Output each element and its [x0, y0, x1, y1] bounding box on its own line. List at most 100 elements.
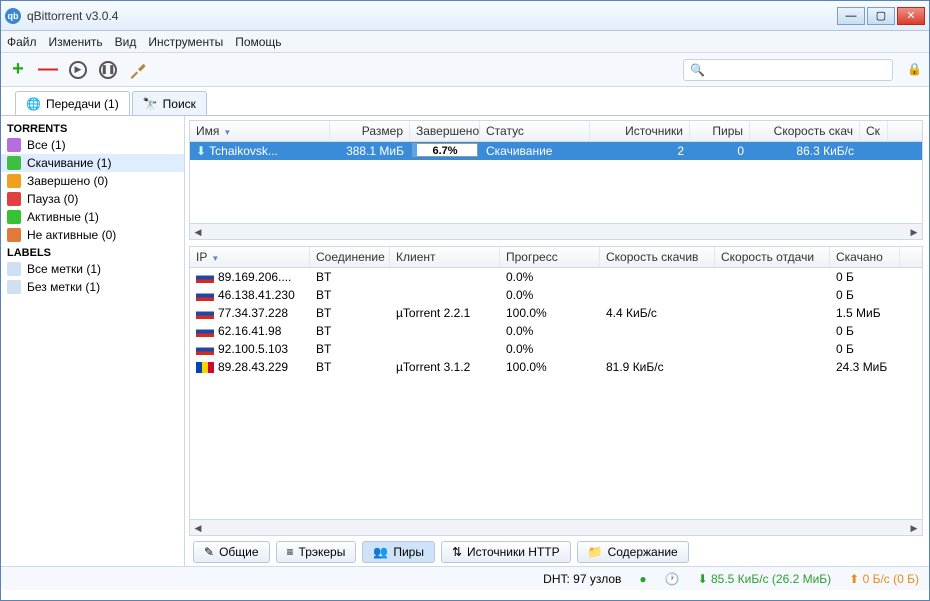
close-button[interactable]: ✕ — [897, 7, 925, 25]
sidebar-filter-item[interactable]: Скачивание (1) — [1, 154, 184, 172]
sidebar-label-item[interactable]: Без метки (1) — [1, 278, 184, 296]
th-status[interactable]: Статус — [480, 121, 590, 141]
resume-button[interactable]: ▶ — [67, 59, 89, 81]
th-dspeed[interactable]: Скорость скач — [750, 121, 860, 141]
sidebar-filter-item[interactable]: Не активные (0) — [1, 226, 184, 244]
menu-tools[interactable]: Инструменты — [148, 35, 223, 49]
tab-search[interactable]: 🔭 Поиск — [132, 91, 207, 115]
peer-row[interactable]: 77.34.37.228BTµTorrent 2.2.1100.0%4.4 Ки… — [190, 304, 922, 322]
tab-content[interactable]: 📁Содержание — [577, 541, 689, 563]
th-peer-dspeed[interactable]: Скорость скачив — [600, 247, 715, 267]
upload-speed-status: ⬆ 0 Б/с (0 Б) — [849, 572, 919, 586]
sidebar-header-labels: Labels — [1, 244, 184, 260]
sidebar-item-label: Скачивание (1) — [27, 156, 111, 170]
peer-row[interactable]: 46.138.41.230BT0.0%0 Б — [190, 286, 922, 304]
app-icon: qb — [5, 8, 21, 24]
sidebar-item-label: Все метки (1) — [27, 262, 101, 276]
th-client[interactable]: Клиент — [390, 247, 500, 267]
th-peer-uspeed[interactable]: Скорость отдачи — [715, 247, 830, 267]
tab-transfers[interactable]: 🌐 Передачи (1) — [15, 91, 130, 115]
filter-icon — [7, 228, 21, 242]
flag-icon — [196, 326, 214, 337]
menu-help[interactable]: Помощь — [235, 35, 281, 49]
flag-icon — [196, 362, 214, 373]
th-sk[interactable]: Ск — [860, 121, 888, 141]
sidebar-filter-item[interactable]: Пауза (0) — [1, 190, 184, 208]
folder-icon — [7, 262, 21, 276]
status-bar: DHT: 97 узлов ● 🕐 ⬇ 85.5 КиБ/с (26.2 МиБ… — [1, 566, 929, 590]
speed-icon: 🕐 — [665, 572, 680, 586]
tab-general[interactable]: ✎Общие — [193, 541, 270, 563]
binoculars-icon: 🔭 — [143, 97, 158, 111]
sidebar-item-label: Не активные (0) — [27, 228, 116, 242]
flag-icon — [196, 272, 214, 283]
filter-icon — [7, 138, 21, 152]
th-ip[interactable]: IP — [190, 247, 310, 267]
detail-tabstrip: ✎Общие ≡Трэкеры 👥Пиры ⇅Источники HTTP 📁С… — [185, 538, 929, 566]
pause-button[interactable]: ❚❚ — [97, 59, 119, 81]
sidebar-header-torrents: Torrents — [1, 120, 184, 136]
peer-row[interactable]: 92.100.5.103BT0.0%0 Б — [190, 340, 922, 358]
scroll-left-icon[interactable]: ◀ — [190, 224, 206, 240]
peer-hscrollbar[interactable]: ◀ ▶ — [190, 519, 922, 535]
window-titlebar: qb qBittorrent v3.0.4 — ▢ ✕ — [1, 1, 929, 31]
menu-file[interactable]: Файл — [7, 35, 37, 49]
tab-search-label: Поиск — [163, 97, 196, 111]
lock-icon[interactable]: 🔒 — [907, 62, 923, 78]
maximize-button[interactable]: ▢ — [867, 7, 895, 25]
scroll-right-icon[interactable]: ▶ — [906, 520, 922, 536]
scroll-left-icon[interactable]: ◀ — [190, 520, 206, 536]
search-input[interactable] — [711, 63, 886, 77]
sidebar-filter-item[interactable]: Завершено (0) — [1, 172, 184, 190]
toolbar: + — ▶ ❚❚ 🔍 🔒 — [1, 53, 929, 87]
scroll-right-icon[interactable]: ▶ — [906, 224, 922, 240]
peer-row[interactable]: 62.16.41.98BT0.0%0 Б — [190, 322, 922, 340]
th-peer-dl[interactable]: Скачано — [830, 247, 900, 267]
sidebar-label-item[interactable]: Все метки (1) — [1, 260, 184, 278]
filter-icon — [7, 156, 21, 170]
th-done[interactable]: Завершено — [410, 121, 480, 141]
sidebar-filter-item[interactable]: Все (1) — [1, 136, 184, 154]
menu-view[interactable]: Вид — [115, 35, 137, 49]
filter-icon — [7, 210, 21, 224]
th-size[interactable]: Размер — [330, 121, 410, 141]
folder-icon: 📁 — [588, 545, 603, 559]
filter-icon — [7, 192, 21, 206]
dht-status: DHT: 97 узлов — [543, 572, 621, 586]
minimize-button[interactable]: — — [837, 7, 865, 25]
tab-http-sources[interactable]: ⇅Источники HTTP — [441, 541, 571, 563]
menu-edit[interactable]: Изменить — [49, 35, 103, 49]
torrent-hscrollbar[interactable]: ◀ ▶ — [190, 223, 922, 239]
http-icon: ⇅ — [452, 545, 462, 559]
users-icon: 👥 — [373, 545, 388, 559]
remove-torrent-button[interactable]: — — [37, 59, 59, 81]
main-tabstrip: 🌐 Передачи (1) 🔭 Поиск — [1, 87, 929, 115]
sidebar-item-label: Без метки (1) — [27, 280, 100, 294]
peer-row[interactable]: 89.169.206....BT0.0%0 Б — [190, 268, 922, 286]
sidebar-item-label: Пауза (0) — [27, 192, 78, 206]
th-peers[interactable]: Пиры — [690, 121, 750, 141]
tab-trackers[interactable]: ≡Трэкеры — [276, 541, 357, 563]
connection-icon: ● — [639, 572, 646, 586]
th-prog[interactable]: Прогресс — [500, 247, 600, 267]
torrent-row[interactable]: ⬇ Tchaikovsk...388.1 МиБ6.7%Скачивание20… — [190, 142, 922, 160]
flag-icon — [196, 344, 214, 355]
flag-icon — [196, 308, 214, 319]
th-sources[interactable]: Источники — [590, 121, 690, 141]
preferences-button[interactable] — [127, 59, 149, 81]
sidebar-item-label: Активные (1) — [27, 210, 99, 224]
sidebar: Torrents Все (1) Скачивание (1) Завершено … — [1, 116, 185, 566]
flag-icon — [196, 290, 214, 301]
search-box[interactable]: 🔍 — [683, 59, 893, 81]
window-title: qBittorrent v3.0.4 — [27, 9, 837, 23]
sidebar-filter-item[interactable]: Активные (1) — [1, 208, 184, 226]
th-name[interactable]: Имя — [190, 121, 330, 141]
peer-row[interactable]: 89.28.43.229BTµTorrent 3.1.2100.0%81.9 К… — [190, 358, 922, 376]
list-icon: ≡ — [287, 545, 294, 559]
download-speed-status: ⬇ 85.5 КиБ/с (26.2 МиБ) — [698, 572, 832, 586]
add-torrent-button[interactable]: + — [7, 59, 29, 81]
tab-peers[interactable]: 👥Пиры — [362, 541, 435, 563]
menu-bar: Файл Изменить Вид Инструменты Помощь — [1, 31, 929, 53]
th-conn[interactable]: Соединение — [310, 247, 390, 267]
wrench-icon — [129, 61, 147, 79]
